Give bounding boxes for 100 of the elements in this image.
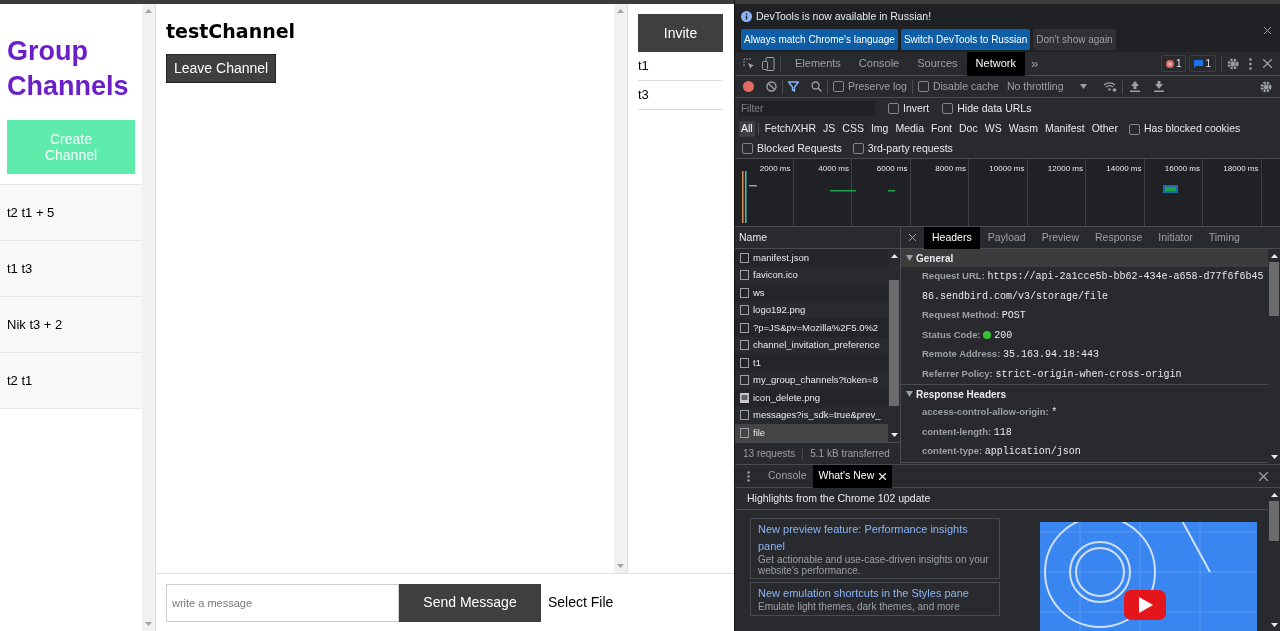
request-row[interactable]: ws: [735, 284, 888, 302]
file-icon: [740, 305, 749, 316]
type-filter[interactable]: Other: [1089, 121, 1120, 137]
checkbox[interactable]: [942, 103, 954, 114]
detail-tab[interactable]: Headers: [924, 226, 980, 249]
inspect-icon[interactable]: [743, 57, 755, 70]
scroll-down-icon[interactable]: [1270, 455, 1278, 459]
header-row-text: content-type: application/json: [921, 444, 1082, 459]
caret-icon: [906, 391, 913, 397]
scroll-thumb[interactable]: [1269, 501, 1279, 541]
type-filter[interactable]: Doc: [957, 121, 980, 137]
checkbox[interactable]: [1128, 123, 1140, 135]
header-row-text: content-length: 118: [921, 424, 1013, 440]
checkbox[interactable]: [888, 103, 899, 114]
feature-title[interactable]: New preview feature: Performance insights panel: [758, 521, 992, 555]
file-icon: [740, 322, 749, 333]
panel-tab[interactable]: Elements: [786, 51, 850, 76]
scroll-up-icon[interactable]: [890, 254, 898, 258]
network-conditions-icon[interactable]: [1102, 81, 1117, 92]
type-filter[interactable]: Wasm: [1006, 121, 1040, 137]
filter-input[interactable]: Filter: [739, 101, 875, 116]
more-options-icon[interactable]: [747, 470, 750, 482]
header-row-text: Request URL: https://api-2a1cce5b-bb62-434e-a658-d77f6f6b4586.sendbird.com/v3/storage/file: [921, 269, 1265, 304]
file-icon: [740, 252, 749, 263]
scroll-down-icon[interactable]: [1270, 623, 1278, 627]
select-file-label[interactable]: Select File: [548, 592, 614, 613]
banner-button[interactable]: Don't show again: [1033, 28, 1116, 50]
type-filter[interactable]: Img: [868, 121, 891, 137]
drawer-tab[interactable]: Console: [762, 465, 813, 488]
panel-tab[interactable]: Network: [966, 51, 1025, 76]
type-filter[interactable]: WS: [982, 121, 1004, 137]
throttling-select[interactable]: No throttling: [1006, 78, 1087, 95]
drawer-tab[interactable]: What's New: [812, 465, 893, 488]
settings-icon[interactable]: [1227, 57, 1239, 70]
type-filter[interactable]: Media: [893, 121, 926, 137]
timeline-tick: 2000 ms: [759, 163, 791, 173]
checkbox[interactable]: [852, 143, 864, 154]
settings-icon[interactable]: [1260, 80, 1272, 93]
clear-icon[interactable]: [766, 81, 777, 92]
banner-message: DevTools is now available in Russian!: [756, 9, 932, 24]
feature-card[interactable]: New preview feature: Performance insights panel Get actionable and use-case-driven insights on your website's performance.: [750, 518, 1000, 579]
request-row[interactable]: file: [735, 424, 888, 442]
section-header[interactable]: General: [901, 249, 1268, 267]
feature-title[interactable]: New emulation shortcuts in the Styles pane: [758, 585, 992, 602]
feature-description: Get actionable and use-case-driven insights on your website's performance.: [758, 555, 990, 576]
message-input[interactable]: write a message: [166, 583, 399, 622]
checkbox[interactable]: [833, 81, 844, 92]
search-icon[interactable]: [811, 81, 822, 92]
message-badge[interactable]: 1: [1189, 55, 1216, 72]
upload-icon[interactable]: [1129, 81, 1140, 92]
detail-tab[interactable]: Response: [1087, 226, 1151, 249]
detail-tab[interactable]: Preview: [1033, 226, 1087, 249]
request-name: ws: [753, 285, 765, 300]
send-message-button[interactable]: Send Message: [399, 583, 541, 622]
request-row[interactable]: t1: [735, 354, 888, 372]
request-row[interactable]: manifest.json: [735, 249, 888, 267]
checkbox[interactable]: [917, 81, 929, 92]
filter-icon[interactable]: [788, 81, 799, 92]
type-filter[interactable]: Manifest: [1043, 121, 1087, 137]
feature-card[interactable]: New emulation shortcuts in the Styles pane Emulate light themes, dark themes, and more: [750, 582, 1000, 616]
scroll-up-icon[interactable]: [1270, 493, 1278, 497]
download-icon[interactable]: [1153, 81, 1164, 92]
timeline-tick: 8000 ms: [935, 163, 966, 173]
record-icon[interactable]: [743, 81, 754, 92]
channel-item[interactable]: Nik t3 + 2: [0, 297, 142, 353]
invite-button[interactable]: Invite: [638, 14, 723, 52]
type-filter[interactable]: Font: [929, 121, 955, 137]
type-filter[interactable]: Fetch/XHR: [762, 121, 819, 137]
device-icon[interactable]: [762, 56, 775, 71]
detail-tab[interactable]: Payload: [979, 226, 1034, 249]
panel-tab[interactable]: Sources: [908, 51, 967, 76]
detail-tab[interactable]: Initiator: [1150, 226, 1201, 249]
type-filter[interactable]: CSS: [840, 121, 866, 137]
type-filter[interactable]: JS: [821, 121, 838, 137]
section-header[interactable]: Response Headers: [901, 385, 1268, 403]
scroll-up-icon[interactable]: [1270, 254, 1278, 258]
file-icon: [740, 287, 749, 298]
checkbox[interactable]: [742, 143, 753, 154]
detail-tab[interactable]: Timing: [1200, 226, 1248, 249]
request-row[interactable]: icon_delete.png: [735, 389, 888, 407]
request-row[interactable]: ?p=JS&pv=Mozilla%2F5.0%2: [735, 319, 888, 337]
error-badge[interactable]: 1: [1160, 55, 1187, 72]
more-tabs[interactable]: »: [1024, 53, 1045, 74]
scroll-thumb[interactable]: [889, 280, 899, 406]
close-icon[interactable]: [1264, 27, 1271, 34]
scroll-down-icon[interactable]: [890, 433, 898, 437]
panel-tab[interactable]: Console: [849, 51, 909, 76]
leave-channel-button[interactable]: Leave Channel: [166, 53, 277, 83]
request-name: my_group_channels?token=8: [753, 373, 878, 388]
transfer-size: 5.1 kB transferred: [810, 447, 890, 461]
channel-item[interactable]: t2 t1: [0, 353, 142, 409]
request-name: logo192.png: [753, 303, 806, 318]
caret-icon: [1079, 84, 1087, 89]
banner-button[interactable]: Switch DevTools to Russian: [900, 28, 1031, 50]
channel-item[interactable]: t2 t1 + 5: [0, 185, 142, 241]
type-filter[interactable]: All: [739, 121, 755, 137]
banner-button[interactable]: Always match Chrome's language: [741, 28, 898, 50]
scroll-thumb[interactable]: [1269, 262, 1279, 316]
more-options-icon[interactable]: [1249, 57, 1252, 70]
channel-item[interactable]: t1 t3: [0, 241, 142, 297]
